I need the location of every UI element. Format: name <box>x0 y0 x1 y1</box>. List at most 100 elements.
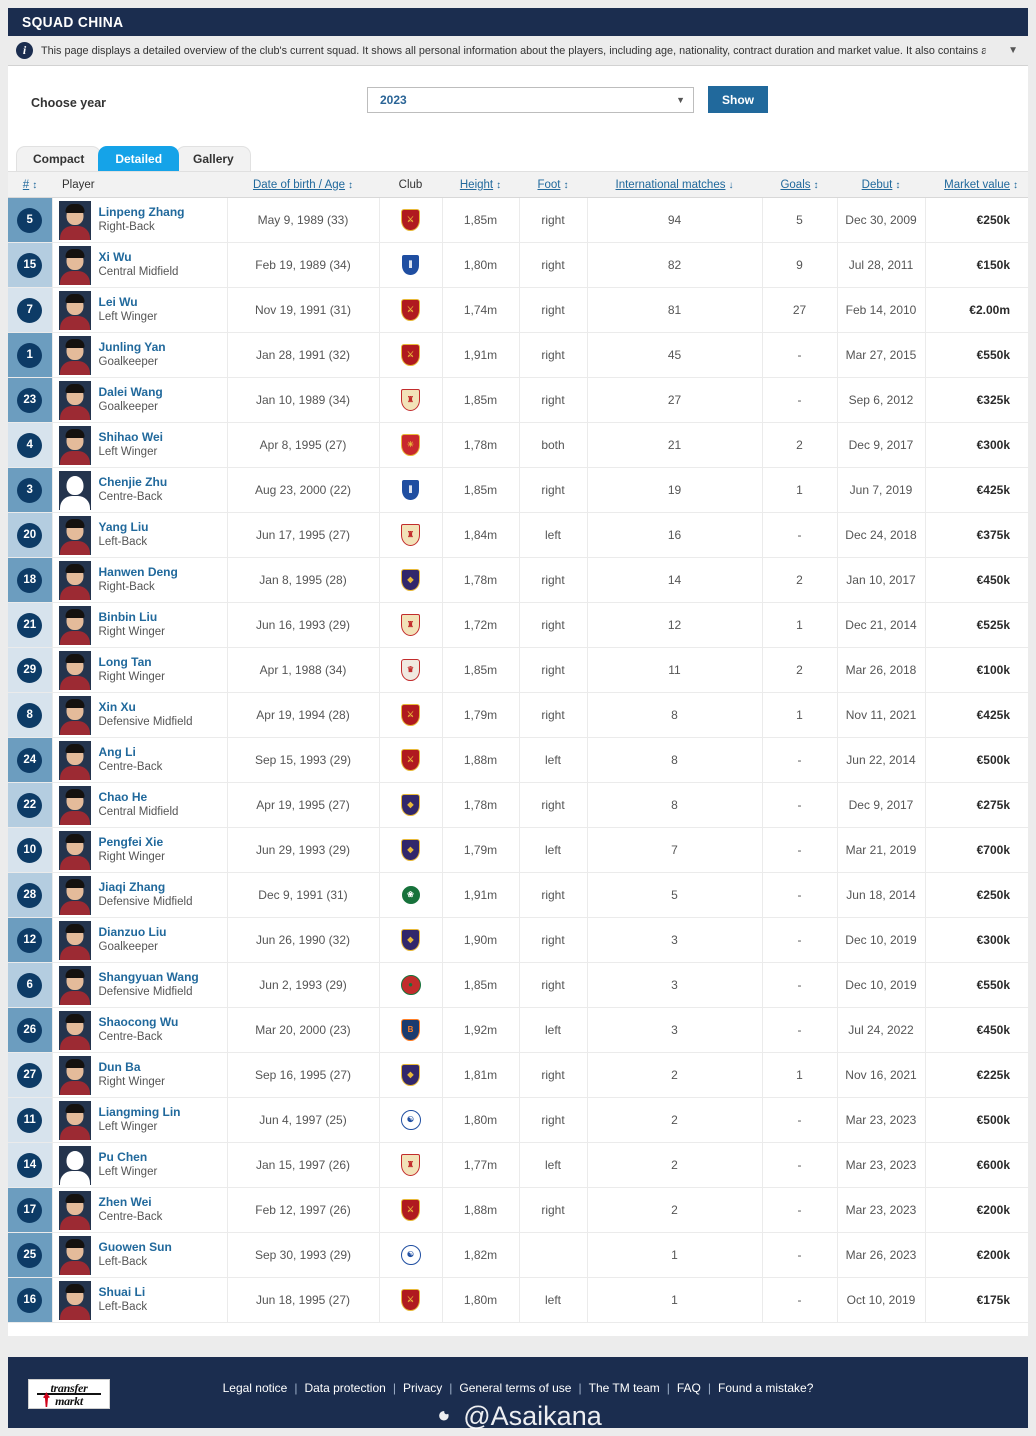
club-cell[interactable]: ◆ <box>379 782 443 828</box>
club-cell[interactable]: ♛ <box>379 647 443 693</box>
player-name[interactable]: Zhen Wei <box>99 1194 163 1210</box>
player-name[interactable]: Xin Xu <box>99 699 193 715</box>
col-debut[interactable]: Debut ↕ <box>837 171 925 198</box>
footer-link[interactable]: Data protection <box>297 1381 392 1395</box>
player-name[interactable]: Binbin Liu <box>99 609 165 625</box>
player-name[interactable]: Dalei Wang <box>99 384 163 400</box>
table-row[interactable]: 1 Junling Yan Goalkeeper Jan 28, 1991 (32) ⚔… <box>8 332 1028 378</box>
player-cell[interactable]: Linpeng Zhang Right-Back <box>52 197 228 243</box>
market-value-cell[interactable]: €375k <box>925 512 1028 558</box>
market-value-cell[interactable]: €500k <box>925 737 1028 783</box>
player-cell[interactable]: Shuai Li Left-Back <box>52 1277 228 1323</box>
player-name[interactable]: Dianzuo Liu <box>99 924 167 940</box>
player-cell[interactable]: Jiaqi Zhang Defensive Midfield <box>52 872 228 918</box>
player-name[interactable]: Jiaqi Zhang <box>99 879 193 895</box>
col-dob[interactable]: Date of birth / Age ↕ <box>227 171 379 198</box>
player-cell[interactable]: Yang Liu Left-Back <box>52 512 228 558</box>
player-name[interactable]: Shaocong Wu <box>99 1014 179 1030</box>
table-row[interactable]: 20 Yang Liu Left-Back Jun 17, 1995 (27) ♜ 1,8… <box>8 512 1028 558</box>
player-name[interactable]: Shangyuan Wang <box>99 969 199 985</box>
market-value-cell[interactable]: €550k <box>925 962 1028 1008</box>
footer-link[interactable]: General terms of use <box>452 1381 578 1395</box>
market-value-cell[interactable]: €275k <box>925 782 1028 828</box>
player-cell[interactable]: Guowen Sun Left-Back <box>52 1232 228 1278</box>
player-name[interactable]: Guowen Sun <box>99 1239 172 1255</box>
table-row[interactable]: 24 Ang Li Centre-Back Sep 15, 1993 (29) ⚔ 1,8… <box>8 737 1028 783</box>
table-row[interactable]: 17 Zhen Wei Centre-Back Feb 12, 1997 (26) ⚔ 1… <box>8 1187 1028 1233</box>
club-cell[interactable]: ♜ <box>379 512 443 558</box>
col-number[interactable]: # ↕ <box>8 171 52 198</box>
club-cell[interactable]: ⚔ <box>379 737 443 783</box>
market-value-cell[interactable]: €175k <box>925 1277 1028 1323</box>
player-name[interactable]: Yang Liu <box>99 519 149 535</box>
footer-link[interactable]: Found a mistake? <box>711 1381 820 1395</box>
player-name[interactable]: Xi Wu <box>99 249 179 265</box>
table-row[interactable]: 15 Xi Wu Central Midfield Feb 19, 1989 (34)… <box>8 242 1028 288</box>
player-cell[interactable]: Zhen Wei Centre-Back <box>52 1187 228 1233</box>
table-row[interactable]: 29 Long Tan Right Winger Apr 1, 1988 (34) ♛ 1… <box>8 647 1028 693</box>
table-row[interactable]: 14 Pu Chen Left Winger Jan 15, 1997 (26) ♜ 1,… <box>8 1142 1028 1188</box>
player-cell[interactable]: Chenjie Zhu Centre-Back <box>52 467 228 513</box>
market-value-cell[interactable]: €300k <box>925 422 1028 468</box>
market-value-cell[interactable]: €600k <box>925 1142 1028 1188</box>
market-value-cell[interactable]: €500k <box>925 1097 1028 1143</box>
col-height[interactable]: Height ↕ <box>442 171 519 198</box>
club-cell[interactable]: ♜ <box>379 377 443 423</box>
table-row[interactable]: 26 Shaocong Wu Centre-Back Mar 20, 2000 (23… <box>8 1007 1028 1053</box>
market-value-cell[interactable]: €200k <box>925 1232 1028 1278</box>
market-value-cell[interactable]: €225k <box>925 1052 1028 1098</box>
table-row[interactable]: 22 Chao He Central Midfield Apr 19, 1995 (2… <box>8 782 1028 828</box>
club-cell[interactable]: ⫼ <box>379 467 443 513</box>
player-name[interactable]: Hanwen Deng <box>99 564 178 580</box>
market-value-cell[interactable]: €300k <box>925 917 1028 963</box>
table-row[interactable]: 11 Liangming Lin Left Winger Jun 4, 1997 (2… <box>8 1097 1028 1143</box>
player-cell[interactable]: Shihao Wei Left Winger <box>52 422 228 468</box>
player-cell[interactable]: Dun Ba Right Winger <box>52 1052 228 1098</box>
table-row[interactable]: 12 Dianzuo Liu Goalkeeper Jun 26, 1990 (32)… <box>8 917 1028 963</box>
club-cell[interactable]: ☀ <box>379 422 443 468</box>
tab-compact[interactable]: Compact <box>16 146 102 171</box>
club-cell[interactable]: ♜ <box>379 1142 443 1188</box>
market-value-cell[interactable]: €450k <box>925 1007 1028 1053</box>
tab-detailed[interactable]: Detailed <box>98 146 180 171</box>
market-value-cell[interactable]: €250k <box>925 872 1028 918</box>
player-name[interactable]: Chao He <box>99 789 179 805</box>
market-value-cell[interactable]: €325k <box>925 377 1028 423</box>
col-goals[interactable]: Goals ↕ <box>762 171 837 198</box>
club-cell[interactable]: ⫼ <box>379 242 443 288</box>
player-cell[interactable]: Junling Yan Goalkeeper <box>52 332 228 378</box>
player-cell[interactable]: Dalei Wang Goalkeeper <box>52 377 228 423</box>
player-name[interactable]: Liangming Lin <box>99 1104 181 1120</box>
player-cell[interactable]: Chao He Central Midfield <box>52 782 228 828</box>
player-name[interactable]: Pu Chen <box>99 1149 158 1165</box>
club-cell[interactable]: ◆ <box>379 557 443 603</box>
table-row[interactable]: 10 Pengfei Xie Right Winger Jun 29, 1993 (2… <box>8 827 1028 873</box>
footer-link[interactable]: Legal notice <box>216 1381 295 1395</box>
club-cell[interactable]: ⚔ <box>379 287 443 333</box>
market-value-cell[interactable]: €2.00m <box>925 287 1028 333</box>
market-value-cell[interactable]: €525k <box>925 602 1028 648</box>
market-value-cell[interactable]: €100k <box>925 647 1028 693</box>
player-cell[interactable]: Xi Wu Central Midfield <box>52 242 228 288</box>
table-row[interactable]: 7 Lei Wu Left Winger Nov 19, 1991 (31) ⚔ 1,74… <box>8 287 1028 333</box>
player-cell[interactable]: Pengfei Xie Right Winger <box>52 827 228 873</box>
player-name[interactable]: Long Tan <box>99 654 165 670</box>
player-cell[interactable]: Binbin Liu Right Winger <box>52 602 228 648</box>
table-row[interactable]: 4 Shihao Wei Left Winger Apr 8, 1995 (27) ☀ 1… <box>8 422 1028 468</box>
table-row[interactable]: 18 Hanwen Deng Right-Back Jan 8, 1995 (28) ◆… <box>8 557 1028 603</box>
table-row[interactable]: 27 Dun Ba Right Winger Sep 16, 1995 (27) ◆ 1,… <box>8 1052 1028 1098</box>
year-select[interactable]: 2023 ▼ <box>367 87 694 113</box>
player-cell[interactable]: Shaocong Wu Centre-Back <box>52 1007 228 1053</box>
club-cell[interactable]: ⚔ <box>379 692 443 738</box>
table-row[interactable]: 25 Guowen Sun Left-Back Sep 30, 1993 (29) ☯ 1… <box>8 1232 1028 1278</box>
club-cell[interactable]: ◆ <box>379 827 443 873</box>
market-value-cell[interactable]: €200k <box>925 1187 1028 1233</box>
player-name[interactable]: Shihao Wei <box>99 429 163 445</box>
footer-link[interactable]: Privacy <box>396 1381 449 1395</box>
player-name[interactable]: Ang Li <box>99 744 163 760</box>
scrollbar-track[interactable] <box>1028 0 1036 1436</box>
club-cell[interactable]: ◆ <box>379 1052 443 1098</box>
table-row[interactable]: 8 Xin Xu Defensive Midfield Apr 19, 1994 (2… <box>8 692 1028 738</box>
club-cell[interactable]: ⚔ <box>379 1277 443 1323</box>
player-cell[interactable]: Long Tan Right Winger <box>52 647 228 693</box>
